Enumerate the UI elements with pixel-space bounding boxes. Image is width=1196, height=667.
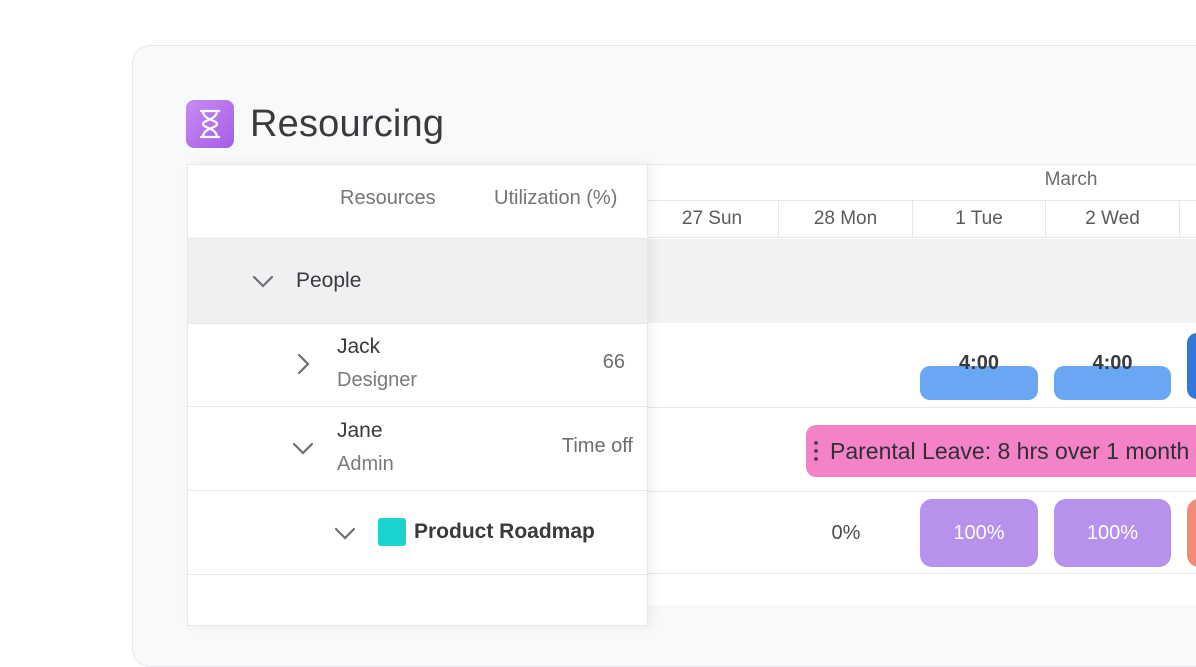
panel-header: Resources Utilization (%) <box>188 165 647 239</box>
month-label: March <box>1044 169 1098 190</box>
resource-name: Jane <box>337 419 383 442</box>
chevron-down-icon[interactable] <box>250 268 276 294</box>
project-allocation-next[interactable] <box>1187 499 1196 567</box>
allocation-hours: 4:00 <box>958 352 1000 374</box>
day-header-2-wed: 2 Wed <box>1046 200 1180 238</box>
resources-panel: Resources Utilization (%) People Jack De… <box>187 164 648 626</box>
chevron-down-icon[interactable] <box>332 520 358 546</box>
drag-handle-icon[interactable] <box>814 439 818 463</box>
group-row-people[interactable]: People <box>188 239 647 324</box>
group-label: People <box>296 269 362 292</box>
timeline: March 27 Sun 28 Mon 1 Tue 2 Wed 4:00 4:0… <box>646 164 1196 605</box>
jack-allocation-next[interactable] <box>1187 333 1196 399</box>
timeline-row-divider <box>646 491 1196 492</box>
jack-allocation-tue[interactable]: 4:00 <box>920 352 1038 400</box>
chevron-right-icon[interactable] <box>290 351 316 377</box>
hourglass-icon <box>186 100 234 148</box>
timeline-row-divider <box>646 573 1196 574</box>
resources-column-header[interactable]: Resources <box>340 187 436 210</box>
project-allocation-tue[interactable]: 100% <box>920 499 1038 567</box>
timeline-group-band <box>646 239 1196 323</box>
resource-name: Jack <box>337 335 381 358</box>
day-header-1-tue: 1 Tue <box>913 200 1046 238</box>
resource-row-jane[interactable]: Jane Admin Time off <box>188 407 647 491</box>
project-color-swatch <box>378 518 406 546</box>
parental-leave-bar[interactable]: Parental Leave: 8 hrs over 1 month <box>806 425 1196 477</box>
resource-utilization: 66 <box>602 351 625 373</box>
timeline-row-divider <box>646 407 1196 408</box>
day-header-28-mon: 28 Mon <box>779 200 913 238</box>
resource-row-jack[interactable]: Jack Designer 66 <box>188 323 647 407</box>
leave-label: Parental Leave: 8 hrs over 1 month <box>830 438 1190 464</box>
utilization-column-header[interactable]: Utilization (%) <box>494 187 617 210</box>
day-header-next <box>1180 200 1196 238</box>
chevron-down-icon[interactable] <box>290 435 316 461</box>
resource-utilization: Time off <box>561 435 633 457</box>
day-header-27-sun: 27 Sun <box>646 200 779 238</box>
resource-role: Admin <box>337 453 394 475</box>
project-label: Product Roadmap <box>414 520 595 543</box>
resource-role: Designer <box>337 369 418 391</box>
project-allocation-wed[interactable]: 100% <box>1054 499 1171 567</box>
page-title: Resourcing <box>250 103 445 145</box>
project-allocation-mon: 0% <box>831 522 861 544</box>
project-row-product-roadmap[interactable]: Product Roadmap <box>188 491 647 575</box>
jack-allocation-wed[interactable]: 4:00 <box>1054 352 1171 400</box>
allocation-hours: 4:00 <box>1092 352 1133 374</box>
